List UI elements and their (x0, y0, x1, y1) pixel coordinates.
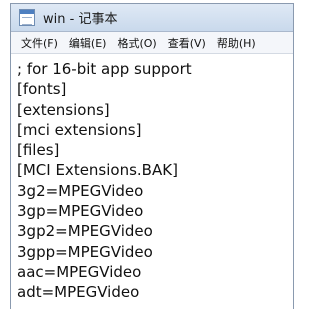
editor-line: [fonts] (17, 80, 67, 99)
text-editor-area[interactable]: ; for 16-bit app support [fonts] [extens… (11, 54, 293, 303)
editor-line: 3g2=MPEGVideo (17, 181, 144, 200)
editor-line: [mci extensions] (17, 120, 142, 139)
title-bar[interactable]: win - 记事本 (11, 4, 293, 32)
menu-format[interactable]: 格式(O) (117, 35, 156, 51)
menu-help[interactable]: 帮助(H) (217, 35, 256, 51)
menu-bar: 文件(F) 编辑(E) 格式(O) 查看(V) 帮助(H) (11, 32, 293, 54)
menu-edit[interactable]: 编辑(E) (69, 35, 107, 51)
editor-line: 3gpp=MPEGVideo (17, 242, 153, 261)
menu-view[interactable]: 查看(V) (168, 35, 206, 51)
editor-line: [MCI Extensions.BAK] (17, 161, 178, 180)
window-title: win - 记事本 (43, 12, 118, 27)
editor-line: [extensions] (17, 100, 110, 119)
editor-line: aac=MPEGVideo (17, 262, 142, 281)
notepad-icon[interactable] (19, 9, 35, 26)
editor-line: 3gp2=MPEGVideo (17, 222, 153, 241)
editor-line: adt=MPEGVideo (17, 283, 140, 302)
notepad-window: win - 记事本 文件(F) 编辑(E) 格式(O) 查看(V) 帮助(H) … (10, 3, 294, 309)
editor-line: [files] (17, 141, 60, 160)
editor-line: 3gp=MPEGVideo (17, 202, 144, 221)
menu-file[interactable]: 文件(F) (21, 35, 58, 51)
editor-line: ; for 16-bit app support (17, 60, 192, 78)
